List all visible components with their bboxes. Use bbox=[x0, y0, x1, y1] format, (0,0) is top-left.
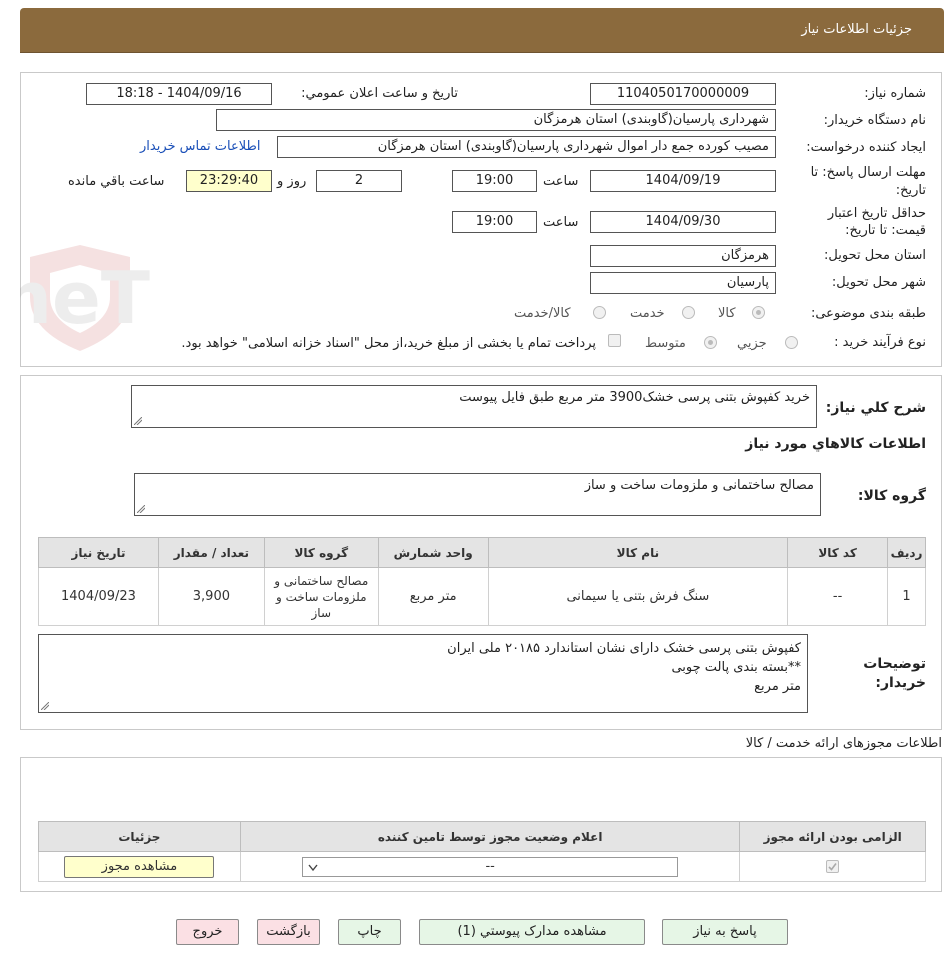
col-name: نام کالا bbox=[487, 537, 789, 568]
deadline-label: مهلت ارسال پاسخ: تا bbox=[810, 165, 926, 180]
days-label: روز و bbox=[277, 174, 307, 189]
need-number-label: شماره نیاز: bbox=[864, 86, 926, 101]
permits-table-wrap: الزامی بودن ارائه مجوز اعلام وضعیت مجوز … bbox=[38, 821, 926, 882]
deadline-time-field: 19:00 bbox=[452, 170, 537, 192]
deadline-label-2: تاریخ: bbox=[895, 183, 926, 198]
permits-table-header: الزامی بودن ارائه مجوز اعلام وضعیت مجوز … bbox=[38, 821, 926, 852]
attachments-button[interactable]: مشاهده مدارک پیوستي (1) bbox=[419, 919, 645, 945]
cell-status: -- bbox=[239, 851, 741, 882]
view-permit-button[interactable]: مشاهده مجوز bbox=[64, 855, 215, 878]
col-details: جزئیات bbox=[38, 821, 241, 852]
goods-info-title: اطلاعات کالاهاي مورد نیاز bbox=[745, 436, 926, 452]
goods-group-text: مصالح ساختمانی و ملزومات ساخت و ساز bbox=[584, 478, 814, 493]
validity-time-label: ساعت bbox=[543, 215, 579, 230]
remaining-label: ساعت باقي مانده bbox=[68, 174, 165, 189]
category-option-goods: کالا bbox=[718, 306, 736, 321]
process-option-medium: متوسط bbox=[645, 336, 686, 351]
chevron-down-icon bbox=[308, 864, 318, 871]
col-date: تاریخ نیاز bbox=[38, 537, 159, 568]
col-code: کد کالا bbox=[787, 537, 889, 568]
col-status: اعلام وضعیت مجوز توسط تامین کننده bbox=[239, 821, 741, 852]
goods-table-header: ردیف کد کالا نام کالا واحد شمارش گروه کا… bbox=[38, 537, 926, 568]
announce-label: تاریخ و ساعت اعلان عمومي: bbox=[301, 86, 458, 101]
buyer-org-field: شهرداری پارسیان(گاوبندی) استان هرمزگان bbox=[216, 109, 776, 131]
deadline-time-label: ساعت bbox=[543, 174, 579, 189]
watermark-text: AriaTender.neT bbox=[20, 256, 150, 340]
table-row: -- مشاهده مجوز bbox=[38, 851, 926, 882]
check-icon bbox=[828, 863, 837, 871]
requester-field: مصیب کورده جمع دار اموال شهرداری پارسیان… bbox=[277, 136, 776, 158]
required-checkbox[interactable] bbox=[826, 860, 840, 873]
back-button[interactable]: بازگشت bbox=[257, 919, 320, 945]
reply-button[interactable]: پاسخ به نیاز bbox=[662, 919, 788, 945]
col-group: گروه کالا bbox=[263, 537, 379, 568]
table-row: 1 -- سنگ فرش بتنی یا سیمانی متر مربع مصا… bbox=[38, 567, 926, 626]
summary-text: خرید کفپوش بتنی پرسی خشک3900 متر مربع طب… bbox=[459, 390, 810, 405]
col-required: الزامی بودن ارائه مجوز bbox=[739, 821, 926, 852]
days-field: 2 bbox=[316, 170, 402, 192]
cell-qty: 3,900 bbox=[157, 567, 265, 626]
cell-group: مصالح ساختمانی و ملزومات ساخت و ساز bbox=[263, 567, 379, 626]
buyer-notes-label-2: خریدار: bbox=[875, 675, 926, 691]
cell-code: -- bbox=[787, 567, 889, 626]
validity-label: حداقل تاریخ اعتبار bbox=[827, 206, 926, 221]
validity-date-field: 1404/09/30 bbox=[590, 211, 776, 233]
buyer-notes-line-3: متر مربع bbox=[754, 679, 801, 694]
cell-row: 1 bbox=[887, 567, 926, 626]
permit-status-select[interactable]: -- bbox=[302, 856, 679, 877]
summary-field: خرید کفپوش بتنی پرسی خشک3900 متر مربع طب… bbox=[131, 385, 817, 428]
permits-table: الزامی بودن ارائه مجوز اعلام وضعیت مجوز … bbox=[38, 821, 926, 882]
resize-grip-icon[interactable] bbox=[134, 417, 142, 425]
exit-button[interactable]: خروج bbox=[176, 919, 239, 945]
category-radio-service[interactable] bbox=[682, 306, 695, 319]
print-button[interactable]: چاپ bbox=[338, 919, 401, 945]
goods-group-label: گروه کالا: bbox=[857, 488, 926, 504]
goods-group-field: مصالح ساختمانی و ملزومات ساخت و ساز bbox=[134, 473, 821, 516]
page-title: جزئیات اطلاعات نیاز bbox=[801, 22, 912, 37]
city-label: شهر محل تحویل: bbox=[831, 275, 926, 290]
col-row: ردیف bbox=[887, 537, 926, 568]
category-label: طبقه بندی موضوعی: bbox=[810, 306, 926, 321]
process-radio-minor[interactable] bbox=[785, 336, 798, 349]
buyer-notes-field: کفپوش بتنی پرسی خشک دارای نشان استاندارد… bbox=[38, 634, 808, 713]
summary-label: شرح کلي نیاز: bbox=[825, 400, 926, 416]
cell-date: 1404/09/23 bbox=[38, 567, 159, 626]
buyer-org-label: نام دستگاه خریدار: bbox=[823, 113, 926, 128]
goods-table: ردیف کد کالا نام کالا واحد شمارش گروه کا… bbox=[38, 537, 926, 626]
buyer-contact-link[interactable]: اطلاعات تماس خریدار bbox=[140, 139, 260, 154]
resize-grip-icon[interactable] bbox=[137, 505, 145, 513]
process-radio-medium[interactable] bbox=[704, 336, 717, 349]
validity-time-field: 19:00 bbox=[452, 211, 537, 233]
process-option-minor: جزیي bbox=[737, 336, 767, 351]
category-radio-goods[interactable] bbox=[752, 306, 765, 319]
remaining-time-field: 23:29:40 bbox=[186, 170, 272, 192]
permit-status-value: -- bbox=[485, 858, 495, 874]
buyer-notes-line-2: **بسته بندی پالت چوبی bbox=[671, 660, 801, 675]
process-label: نوع فرآیند خرید : bbox=[834, 335, 926, 350]
cell-name: سنگ فرش بتنی یا سیمانی bbox=[487, 567, 789, 626]
announce-field: 1404/09/16 - 18:18 bbox=[86, 83, 272, 105]
need-number-field: 1104050170000009 bbox=[590, 83, 776, 105]
category-option-service: خدمت bbox=[630, 306, 665, 321]
watermark: AriaTender.neT bbox=[0, 235, 620, 355]
goods-table-wrap: ردیف کد کالا نام کالا واحد شمارش گروه کا… bbox=[38, 537, 926, 626]
validity-label-2: قیمت: تا تاریخ: bbox=[845, 223, 926, 238]
col-qty: تعداد / مقدار bbox=[157, 537, 265, 568]
requester-label: ایجاد کننده درخواست: bbox=[806, 140, 926, 155]
col-unit: واحد شمارش bbox=[377, 537, 489, 568]
cell-required bbox=[739, 851, 926, 882]
resize-grip-icon[interactable] bbox=[41, 702, 49, 710]
cell-unit: متر مربع bbox=[377, 567, 489, 626]
buyer-notes-line-1: کفپوش بتنی پرسی خشک دارای نشان استاندارد… bbox=[447, 641, 801, 656]
deadline-date-field: 1404/09/19 bbox=[590, 170, 776, 192]
shield-logo-icon: AriaTender.neT bbox=[0, 245, 150, 351]
buyer-notes-label: توضیحات bbox=[863, 656, 926, 672]
cell-details: مشاهده مجوز bbox=[38, 851, 241, 882]
province-label: استان محل تحویل: bbox=[824, 248, 926, 263]
permits-title: اطلاعات مجوزهای ارائه خدمت / کالا bbox=[745, 736, 942, 751]
